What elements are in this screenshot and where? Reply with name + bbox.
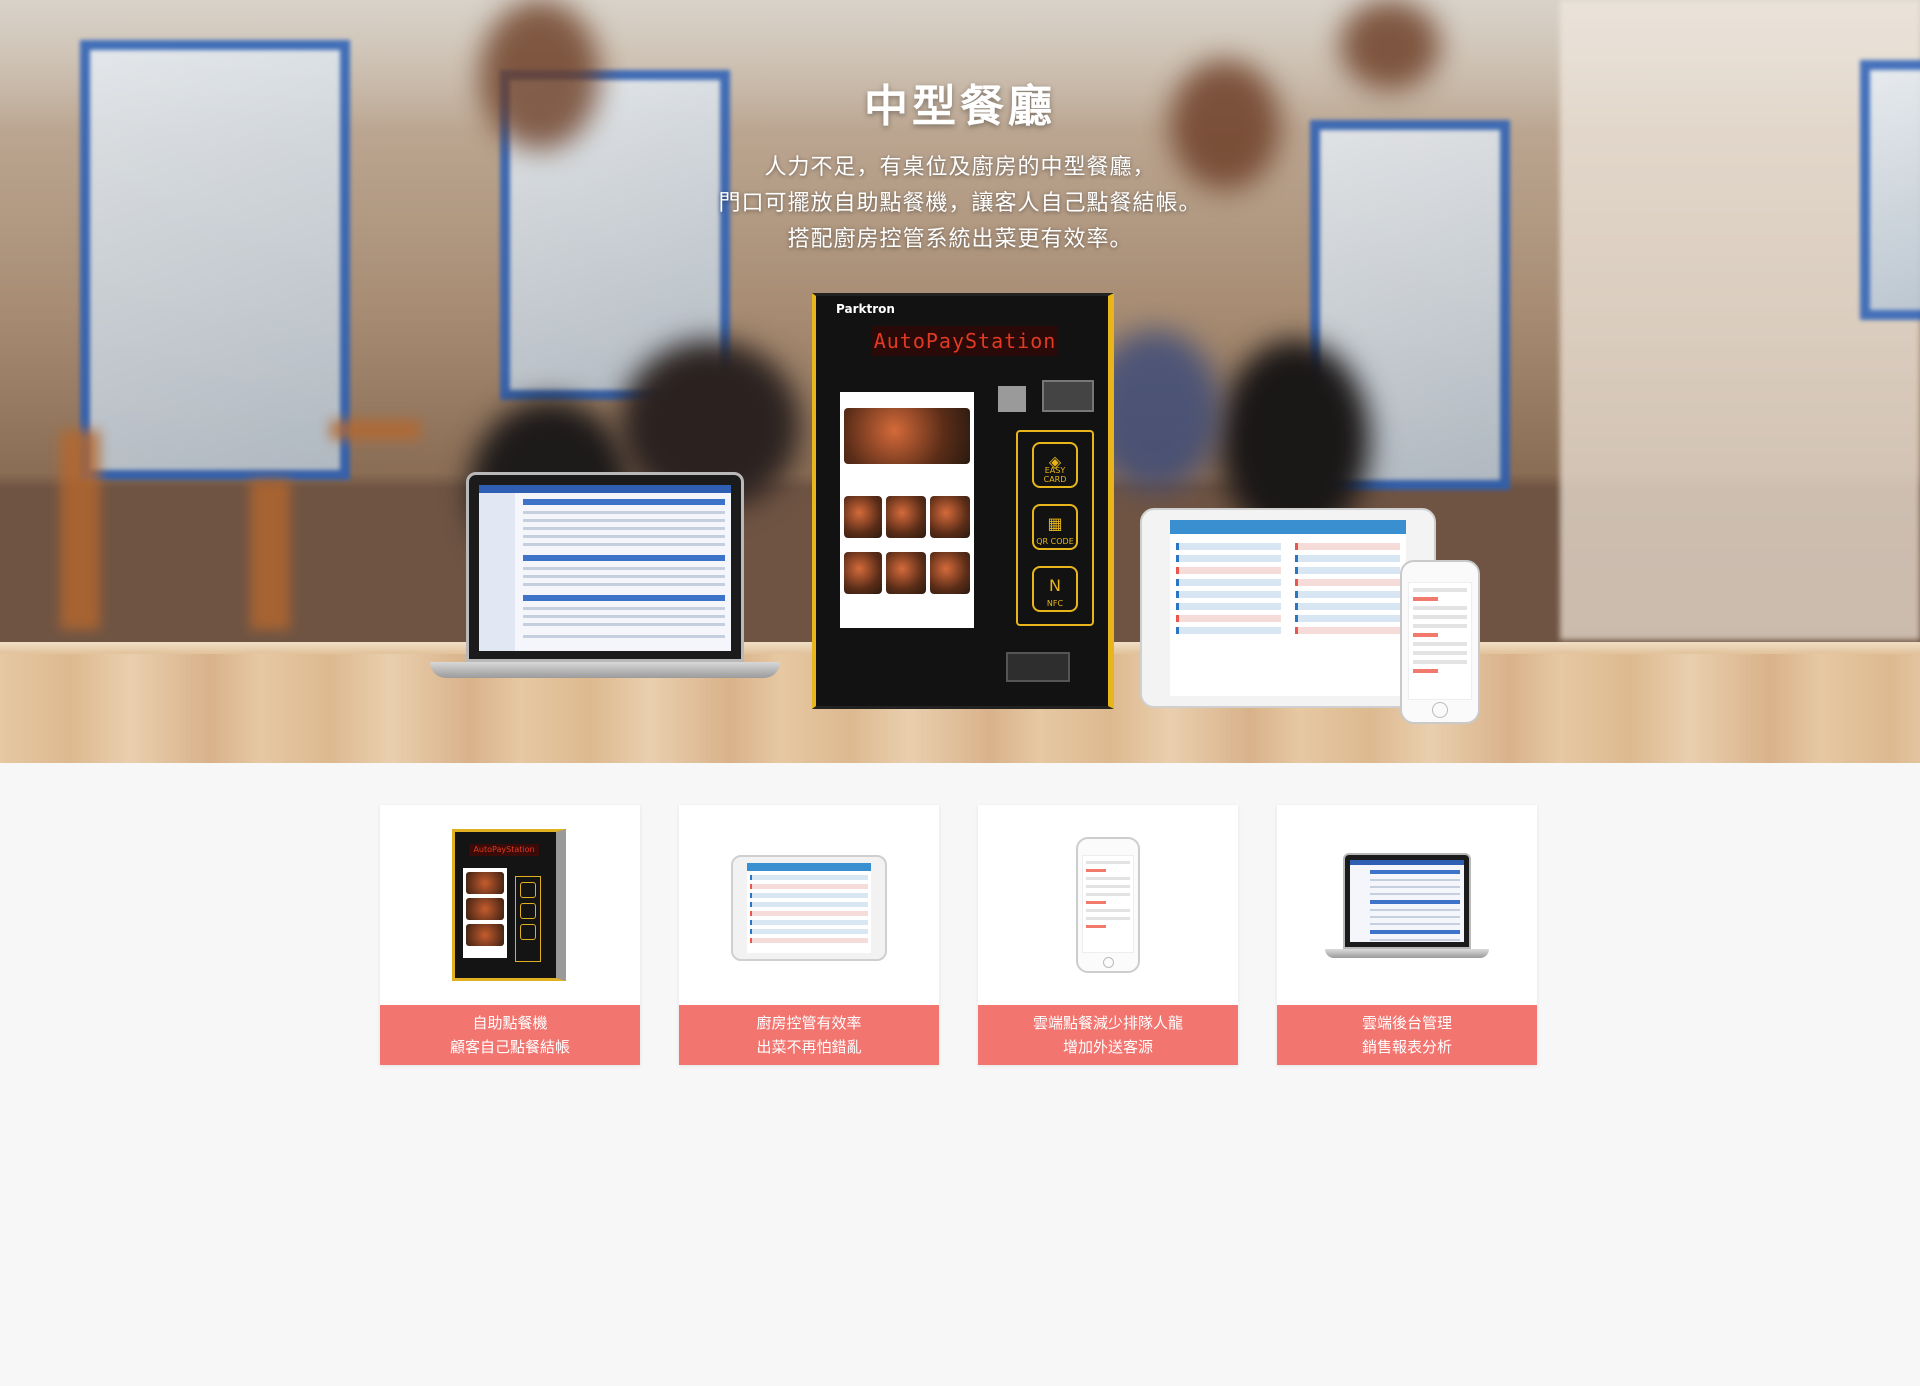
feature-caption-line: 雲端後台管理 [1361, 1014, 1452, 1032]
kiosk-screen [840, 392, 974, 628]
qr-code-icon: ▦ QR CODE [1032, 504, 1078, 550]
feature-caption-line: 顧客自己點餐結帳 [449, 1038, 570, 1056]
payment-panel: ◈ EASY CARD ▦ QR CODE N NFC [1016, 430, 1094, 626]
phone-home-button [1432, 702, 1448, 718]
feature-caption-line: 銷售報表分析 [1361, 1038, 1452, 1056]
hero-description-line: 搭配廚房控管系統出菜更有效率。 [787, 227, 1133, 252]
laptop-lid [466, 472, 744, 662]
phone-device [1400, 560, 1480, 724]
hero-description-line: 人力不足，有桌位及廚房的中型餐廳， [764, 155, 1156, 180]
card-reader [1042, 380, 1094, 412]
feature-card-kiosk[interactable]: AutoPayStation 自助點餐機 顧客自己點餐結帳 [380, 805, 640, 1065]
feature-caption: 雲端後台管理 銷售報表分析 [1277, 1005, 1537, 1065]
feature-cards: AutoPayStation 自助點餐機 顧客自己點餐結帳 廚房控管有效率 出菜… [380, 805, 1538, 1065]
kiosk-led-display: AutoPayStation [872, 326, 1058, 356]
receipt-printer [1006, 652, 1070, 682]
easy-card-icon: ◈ EASY CARD [1032, 442, 1078, 488]
laptop-base [430, 662, 780, 678]
phone-image [978, 805, 1238, 1005]
feature-caption: 廚房控管有效率 出菜不再怕錯亂 [679, 1005, 939, 1065]
cash-slot [998, 386, 1026, 412]
hero-description: 人力不足，有桌位及廚房的中型餐廳， 門口可擺放自助點餐機，讓客人自己點餐結帳。 … [0, 150, 1920, 258]
kiosk-image: AutoPayStation [380, 805, 640, 1005]
feature-caption-line: 出菜不再怕錯亂 [756, 1038, 862, 1056]
phone-screen [1408, 582, 1472, 700]
chair [250, 480, 290, 630]
tablet-device [1140, 508, 1436, 708]
laptop-device [430, 472, 780, 704]
laptop-image [1277, 805, 1537, 1005]
page-title: 中型餐廳 [864, 81, 1056, 132]
laptop-screen [479, 485, 731, 651]
feature-card-kitchen[interactable]: 廚房控管有效率 出菜不再怕錯亂 [679, 805, 939, 1065]
feature-caption: 自助點餐機 顧客自己點餐結帳 [380, 1005, 640, 1065]
nfc-icon: N NFC [1032, 566, 1078, 612]
chair [330, 420, 420, 440]
feature-card-cloud-ordering[interactable]: 雲端點餐減少排隊人龍 增加外送客源 [978, 805, 1238, 1065]
hero-description-line: 門口可擺放自助點餐機，讓客人自己點餐結帳。 [718, 191, 1202, 216]
chair [60, 430, 100, 630]
tablet-image [679, 805, 939, 1005]
feature-caption-line: 雲端點餐減少排隊人龍 [1032, 1014, 1183, 1032]
hero-banner: 中型餐廳 人力不足，有桌位及廚房的中型餐廳， 門口可擺放自助點餐機，讓客人自己點… [0, 0, 1920, 763]
tablet-screen [1170, 520, 1406, 696]
feature-caption: 雲端點餐減少排隊人龍 增加外送客源 [978, 1005, 1238, 1065]
kiosk-brand: Parktron [836, 302, 895, 316]
feature-caption-line: 自助點餐機 [472, 1014, 548, 1032]
feature-caption-line: 增加外送客源 [1062, 1038, 1153, 1056]
feature-caption-line: 廚房控管有效率 [756, 1014, 862, 1032]
kiosk-device: Parktron AutoPayStation ◈ EASY CARD ▦ QR C… [812, 293, 1114, 709]
feature-card-backend[interactable]: 雲端後台管理 銷售報表分析 [1277, 805, 1537, 1065]
